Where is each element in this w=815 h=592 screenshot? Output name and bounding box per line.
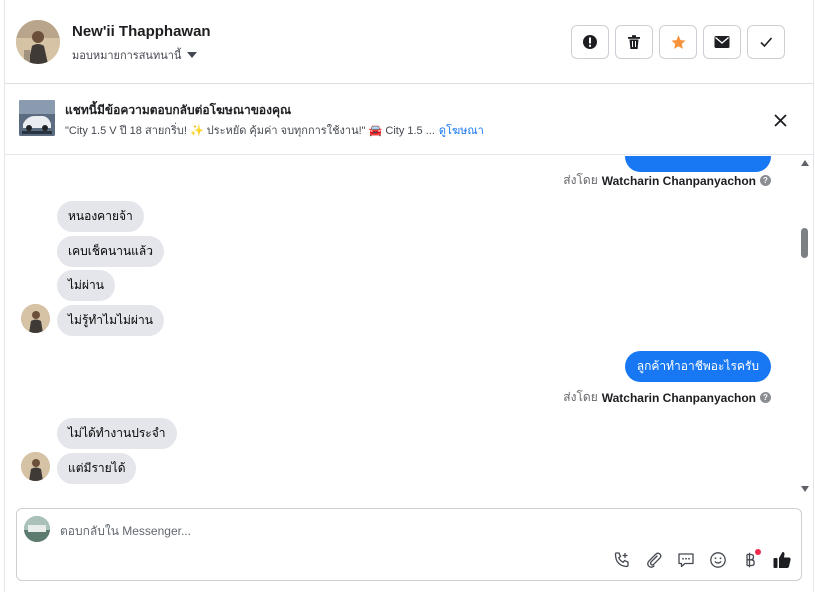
contact-avatar[interactable] xyxy=(16,20,60,64)
incoming-message[interactable]: ไม่รู้ทำไมไม่ผ่าน xyxy=(57,305,164,336)
assign-conversation-dropdown[interactable]: มอบหมายการสนทนานี้ xyxy=(72,46,198,64)
send-like-button[interactable] xyxy=(771,549,793,571)
conversation-header: New'ii Thapphawan มอบหมายการสนทนานี้ xyxy=(5,0,813,84)
reply-composer xyxy=(16,508,802,581)
info-icon[interactable]: ? xyxy=(760,392,771,403)
paperclip-icon xyxy=(647,552,662,568)
notification-dot xyxy=(755,549,761,555)
scrollbar-thumb[interactable] xyxy=(801,228,808,258)
alert-icon xyxy=(583,35,597,49)
trash-icon xyxy=(628,35,640,49)
envelope-icon xyxy=(714,36,730,48)
payment-button[interactable] xyxy=(739,549,761,571)
emoji-button[interactable] xyxy=(707,549,729,571)
contact-name[interactable]: New'ii Thapphawan xyxy=(72,23,211,40)
call-button[interactable] xyxy=(611,549,633,571)
scroll-down-arrow-icon[interactable] xyxy=(801,486,809,492)
banner-subline: "City 1.5 V ปี 18 สายกริ่บ! ✨ ประหยัด คุ… xyxy=(65,121,484,139)
saved-replies-button[interactable] xyxy=(675,549,697,571)
sent-by-prefix: ส่งโดย xyxy=(563,390,598,404)
phone-plus-icon xyxy=(614,552,629,568)
outgoing-bubble-partial[interactable] xyxy=(625,156,771,172)
incoming-message[interactable]: หนองคายจ้า xyxy=(57,201,144,232)
message-thread[interactable]: ส่งโดย Watcharin Chanpanyachon ? หนองคาย… xyxy=(5,156,799,498)
header-actions xyxy=(571,25,785,59)
check-icon xyxy=(760,37,773,48)
mark-done-button[interactable] xyxy=(747,25,785,59)
contact-avatar-small[interactable] xyxy=(21,304,50,333)
delete-button[interactable] xyxy=(615,25,653,59)
sent-by-line: ส่งโดย Watcharin Chanpanyachon ? xyxy=(563,171,771,190)
mark-spam-button[interactable] xyxy=(571,25,609,59)
emoji-icon xyxy=(710,552,726,568)
incoming-message[interactable]: แต่มีรายได้ xyxy=(57,453,137,484)
close-banner-button[interactable] xyxy=(769,109,791,131)
page-avatar xyxy=(24,516,50,542)
thread-scrollbar[interactable] xyxy=(799,156,811,498)
incoming-message[interactable]: ไม่ได้ทำงานประจำ xyxy=(57,418,177,449)
quick-reply-icon xyxy=(678,553,694,568)
star-icon xyxy=(670,34,686,49)
contact-avatar-small[interactable] xyxy=(21,452,50,481)
sent-by-prefix: ส่งโดย xyxy=(563,173,598,187)
star-button[interactable] xyxy=(659,25,697,59)
banner-title: แชทนี้มีข้อความตอบกลับต่อโฆษณาของคุณ xyxy=(65,103,292,117)
view-ad-link[interactable]: ดูโฆษณา xyxy=(439,121,484,139)
incoming-message[interactable]: เคบเช็คนานแล้ว xyxy=(57,236,164,267)
chevron-down-icon xyxy=(187,52,198,58)
agent-name[interactable]: Watcharin Chanpanyachon xyxy=(602,391,756,405)
assign-label: มอบหมายการสนทนานี้ xyxy=(72,50,182,62)
close-icon xyxy=(773,113,787,127)
sent-by-line: ส่งโดย Watcharin Chanpanyachon ? xyxy=(563,388,771,407)
agent-name[interactable]: Watcharin Chanpanyachon xyxy=(602,174,756,188)
scroll-up-arrow-icon[interactable] xyxy=(801,160,809,166)
thumbs-up-icon xyxy=(773,551,791,568)
mark-unread-button[interactable] xyxy=(703,25,741,59)
attach-button[interactable] xyxy=(643,549,665,571)
ad-snippet: "City 1.5 V ปี 18 สายกริ่บ! ✨ ประหยัด คุ… xyxy=(65,125,435,137)
outgoing-message[interactable]: ลูกค้าทำอาชีพอะไรครับ xyxy=(624,351,771,382)
incoming-message[interactable]: ไม่ผ่าน xyxy=(57,270,115,301)
composer-tools xyxy=(611,549,793,571)
ad-thumbnail[interactable] xyxy=(19,100,55,136)
conversation-panel: New'ii Thapphawan มอบหมายการสนทนานี้ แชท… xyxy=(4,0,814,592)
reply-input[interactable] xyxy=(60,521,560,541)
info-icon[interactable]: ? xyxy=(760,175,771,186)
ad-reply-banner: แชทนี้มีข้อความตอบกลับต่อโฆษณาของคุณ "Ci… xyxy=(5,85,813,155)
